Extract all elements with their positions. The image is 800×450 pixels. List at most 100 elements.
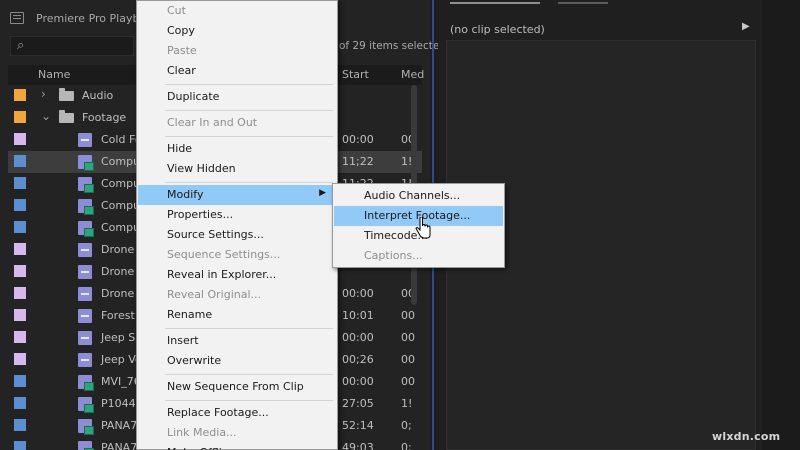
label-color-chip[interactable]	[14, 419, 26, 431]
menu-item-new-sequence-from-clip[interactable]: New Sequence From Clip	[138, 377, 336, 397]
item-name: PANA7	[101, 419, 138, 432]
menu-item-hide[interactable]: Hide	[138, 139, 336, 159]
panel-menu-icon[interactable]	[10, 12, 24, 24]
menu-item-source-settings[interactable]: Source Settings...	[138, 225, 336, 245]
submenu-arrow-icon: ▶	[319, 188, 326, 198]
label-color-chip[interactable]	[14, 177, 26, 189]
menu-item-sequence-settings: Sequence Settings...	[138, 245, 336, 265]
item-start-time: 11;22	[342, 155, 374, 168]
label-color-chip[interactable]	[14, 89, 26, 101]
label-color-chip[interactable]	[14, 155, 26, 167]
item-name: PANA7	[101, 441, 138, 450]
menu-item-label: Paste	[167, 44, 197, 57]
search-icon: ⌕	[17, 38, 25, 53]
menu-item-reveal-in-explorer[interactable]: Reveal in Explorer...	[138, 265, 336, 285]
watermark: wlxdn.com	[712, 430, 781, 443]
clip-icon	[78, 309, 92, 323]
column-name[interactable]: Name	[38, 68, 70, 81]
sequence-icon	[78, 375, 94, 391]
item-start-time: 00:00	[342, 133, 374, 146]
menu-separator	[165, 110, 333, 111]
menu-item-cut: Cut	[138, 1, 336, 21]
label-color-chip[interactable]	[14, 221, 26, 233]
menu-item-copy[interactable]: Copy	[138, 21, 336, 41]
label-color-chip[interactable]	[14, 243, 26, 255]
column-start[interactable]: Start	[342, 68, 369, 81]
menu-item-label: Hide	[167, 142, 193, 155]
submenu-item-audio-channels[interactable]: Audio Channels...	[334, 186, 503, 206]
effect-controls-header: (no clip selected) ▶	[446, 20, 756, 40]
clip-icon	[78, 287, 92, 301]
menu-separator	[165, 328, 333, 329]
active-tab-indicator	[450, 2, 540, 4]
submenu-item-label: Captions...	[364, 249, 423, 262]
label-color-chip[interactable]	[14, 331, 26, 343]
menu-separator	[165, 374, 333, 375]
menu-item-label: Reveal in Explorer...	[167, 268, 277, 281]
clip-icon	[78, 133, 92, 147]
menu-item-make-offline[interactable]: Make Offline...	[138, 443, 336, 450]
menu-item-label: Overwrite	[167, 354, 222, 367]
label-color-chip[interactable]	[14, 309, 26, 321]
no-clip-selected-label: (no clip selected)	[450, 23, 545, 36]
folder-icon	[59, 88, 74, 101]
menu-item-label: Copy	[167, 24, 195, 37]
tab-indicator	[558, 2, 608, 4]
play-arrow-icon[interactable]: ▶	[742, 21, 750, 32]
clip-icon	[78, 243, 92, 257]
item-start-time: 52:14	[342, 419, 374, 432]
menu-item-label: Sequence Settings...	[167, 248, 281, 261]
submenu-item-captions: Captions...	[334, 246, 503, 266]
clip-icon	[78, 265, 92, 279]
label-color-chip[interactable]	[14, 397, 26, 409]
sequence-icon	[78, 199, 94, 215]
folder-icon	[59, 110, 74, 123]
item-start-time: 00:00	[342, 287, 374, 300]
menu-item-paste: Paste	[138, 41, 336, 61]
menu-separator	[165, 182, 333, 183]
chevron-right-icon[interactable]: ›	[41, 87, 46, 101]
chevron-down-icon[interactable]: ⌄	[41, 109, 51, 123]
menu-separator	[165, 84, 333, 85]
menu-item-reveal-original: Reveal Original...	[138, 285, 336, 305]
menu-item-label: Make Offline...	[167, 446, 246, 450]
menu-item-label: Link Media...	[167, 426, 237, 439]
label-color-chip[interactable]	[14, 199, 26, 211]
menu-item-duplicate[interactable]: Duplicate	[138, 87, 336, 107]
item-start-time: 00;26	[342, 353, 374, 366]
label-color-chip[interactable]	[14, 133, 26, 145]
item-start-time: 10:01	[342, 309, 374, 322]
label-color-chip[interactable]	[14, 111, 26, 123]
label-color-chip[interactable]	[14, 375, 26, 387]
clip-icon	[78, 331, 92, 345]
timeline-strip	[762, 0, 800, 450]
menu-item-properties[interactable]: Properties...	[138, 205, 336, 225]
label-color-chip[interactable]	[14, 287, 26, 299]
menu-item-view-hidden[interactable]: View Hidden	[138, 159, 336, 179]
menu-item-modify[interactable]: Modify ▶	[138, 185, 336, 205]
menu-item-label: View Hidden	[167, 162, 236, 175]
menu-item-clear[interactable]: Clear	[138, 61, 336, 81]
menu-item-replace-footage[interactable]: Replace Footage...	[138, 403, 336, 423]
search-input[interactable]: ⌕	[10, 36, 134, 56]
column-media[interactable]: Med	[401, 68, 424, 81]
menu-item-label: Reveal Original...	[167, 288, 262, 301]
menu-item-rename[interactable]: Rename	[138, 305, 336, 325]
label-color-chip[interactable]	[14, 265, 26, 277]
label-color-chip[interactable]	[14, 353, 26, 365]
item-name: Audio	[82, 89, 114, 102]
menu-item-label: Clear In and Out	[167, 116, 258, 129]
menu-item-insert[interactable]: Insert	[138, 331, 336, 351]
item-start-time: 00:00	[342, 375, 374, 388]
menu-item-overwrite[interactable]: Overwrite	[138, 351, 336, 371]
clip-icon	[78, 353, 92, 367]
mouse-cursor-icon	[415, 217, 431, 239]
label-color-chip[interactable]	[14, 441, 26, 450]
item-start-time: 27:05	[342, 397, 374, 410]
menu-item-label: Cut	[167, 4, 186, 17]
context-menu: Cut Copy Paste Clear Duplicate Clear In and O…	[136, 0, 338, 450]
menu-item-label: Properties...	[167, 208, 234, 221]
menu-item-label: Rename	[167, 308, 213, 321]
sequence-icon	[78, 419, 94, 435]
submenu-item-label: Audio Channels...	[364, 189, 461, 202]
